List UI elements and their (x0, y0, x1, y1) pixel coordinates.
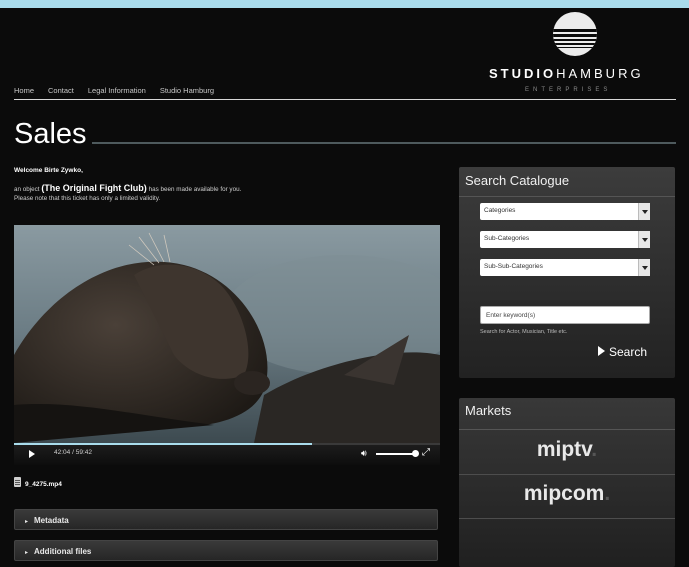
logo-wordmark: STUDIOHAMBURG (489, 66, 644, 81)
page-title: Sales (14, 118, 87, 150)
panel-divider (459, 429, 675, 430)
keyword-hint: Search for Actor, Musician, Title etc. (480, 329, 568, 335)
notice-validity: Please note that this ticket has only a … (14, 195, 161, 202)
volume-slider[interactable] (376, 453, 416, 455)
nav-divider (14, 99, 676, 100)
welcome-message: Welcome Birte Zywko, (14, 167, 83, 174)
chevron-down-icon (638, 259, 650, 276)
logo-ball-icon (553, 12, 597, 56)
main-nav: Home Contact Legal Information Studio Ha… (14, 86, 214, 95)
sub-sub-categories-select[interactable]: Sub-Sub-Categories (480, 259, 650, 276)
video-frame-seal (14, 225, 440, 443)
object-name: (The Original Fight Club) (41, 183, 147, 193)
additional-files-label: Additional files (34, 547, 92, 556)
volume-knob[interactable] (412, 450, 419, 457)
nav-home[interactable]: Home (14, 86, 34, 95)
metadata-accordion[interactable]: ▸ Metadata (14, 509, 438, 530)
mipcom-label: mipcom (523, 482, 605, 505)
video-time: 42:04 / 59:42 (54, 449, 92, 456)
sub-categories-select[interactable]: Sub-Categories (480, 231, 650, 248)
mipcom-dot: . (604, 482, 611, 505)
volume-icon[interactable]: 🔊︎ (361, 448, 367, 459)
file-link[interactable]: 9_4275.mp4 (14, 475, 62, 488)
nav-contact[interactable]: Contact (48, 86, 74, 95)
market-divider (459, 518, 675, 519)
play-icon[interactable] (29, 450, 35, 458)
search-button[interactable]: Search (598, 345, 647, 359)
categories-select[interactable]: Categories (480, 203, 650, 220)
market-miptv-logo[interactable]: miptv. (459, 438, 675, 462)
miptv-dot: . (591, 438, 598, 461)
sub-categories-value: Sub-Categories (484, 235, 530, 242)
chevron-right-icon: ▸ (25, 550, 29, 556)
miptv-label: miptv (536, 438, 592, 461)
search-panel-title: Search Catalogue (465, 173, 570, 188)
sub-sub-categories-value: Sub-Sub-Categories (484, 263, 543, 270)
search-catalogue-panel: Search Catalogue Categories Sub-Categori… (459, 167, 675, 378)
top-accent-bar (0, 0, 689, 8)
market-divider (459, 474, 675, 475)
document-icon (14, 476, 21, 487)
nav-legal-information[interactable]: Legal Information (88, 86, 146, 95)
metadata-label: Metadata (34, 516, 69, 525)
markets-panel: Markets miptv. mipcom. (459, 398, 675, 567)
video-progress-fill (14, 443, 313, 445)
chevron-down-icon (638, 231, 650, 248)
nav-studio-hamburg[interactable]: Studio Hamburg (160, 86, 214, 95)
file-name: 9_4275.mp4 (25, 481, 62, 488)
video-progress-bar[interactable] (14, 443, 440, 445)
notice-prefix: an object (14, 186, 40, 193)
market-mipcom-logo[interactable]: mipcom. (459, 482, 675, 506)
chevron-down-icon (638, 203, 650, 220)
fullscreen-icon[interactable]: ⤢ (422, 447, 430, 458)
notice-suffix: has been made available for you. (148, 186, 242, 193)
studio-hamburg-logo[interactable]: STUDIOHAMBURG ENTERPRISES (489, 12, 669, 102)
chevron-right-icon: ▸ (25, 519, 29, 525)
panel-divider (459, 196, 675, 197)
search-button-label: Search (609, 345, 648, 359)
availability-notice: an object (The Original Fight Club) has … (14, 184, 434, 203)
logo-subtitle: ENTERPRISES (525, 87, 612, 93)
markets-panel-title: Markets (465, 403, 512, 418)
video-controls: 42:04 / 59:42 🔊︎ ⤢ (14, 443, 440, 465)
additional-files-accordion[interactable]: ▸ Additional files (14, 540, 438, 561)
categories-value: Categories (484, 207, 516, 214)
video-player[interactable]: 42:04 / 59:42 🔊︎ ⤢ (14, 225, 440, 465)
keyword-input[interactable]: Enter keyword(s) (480, 306, 650, 324)
play-arrow-icon (598, 346, 605, 356)
title-underline (92, 142, 676, 144)
